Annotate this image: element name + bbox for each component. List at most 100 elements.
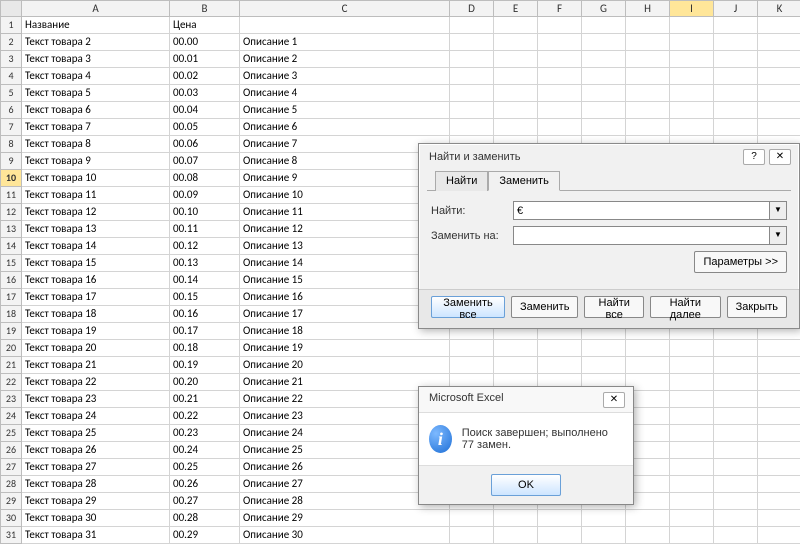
cell[interactable] bbox=[450, 357, 494, 374]
column-header-G[interactable]: G bbox=[582, 0, 626, 17]
cell[interactable] bbox=[758, 34, 800, 51]
cell[interactable] bbox=[758, 85, 800, 102]
replace-all-button[interactable]: Заменить все bbox=[431, 296, 505, 318]
cell[interactable]: Текст товара 27 bbox=[22, 459, 170, 476]
cell[interactable] bbox=[450, 510, 494, 527]
cell[interactable] bbox=[582, 357, 626, 374]
row-header[interactable]: 6 bbox=[0, 102, 22, 119]
cell[interactable]: Текст товара 4 bbox=[22, 68, 170, 85]
cell[interactable]: 00.24 bbox=[170, 442, 240, 459]
replace-dropdown-icon[interactable]: ▼ bbox=[770, 226, 787, 245]
close-icon[interactable]: ✕ bbox=[603, 392, 625, 408]
cell[interactable] bbox=[582, 17, 626, 34]
cell[interactable]: Текст товара 13 bbox=[22, 221, 170, 238]
column-header-F[interactable]: F bbox=[538, 0, 582, 17]
cell[interactable]: Описание 20 bbox=[240, 357, 450, 374]
find-dropdown-icon[interactable]: ▼ bbox=[770, 201, 787, 220]
cell[interactable]: Название bbox=[22, 17, 170, 34]
cell[interactable]: Описание 5 bbox=[240, 102, 450, 119]
cell[interactable] bbox=[670, 85, 714, 102]
column-header-E[interactable]: E bbox=[494, 0, 538, 17]
close-button[interactable]: Закрыть bbox=[727, 296, 787, 318]
cell[interactable] bbox=[538, 17, 582, 34]
cell[interactable]: Текст товара 18 bbox=[22, 306, 170, 323]
cell[interactable] bbox=[538, 34, 582, 51]
row-header[interactable]: 13 bbox=[0, 221, 22, 238]
cell[interactable] bbox=[670, 459, 714, 476]
cell[interactable] bbox=[494, 119, 538, 136]
row-header[interactable]: 12 bbox=[0, 204, 22, 221]
cell[interactable]: Описание 30 bbox=[240, 527, 450, 544]
cell[interactable]: Текст товара 29 bbox=[22, 493, 170, 510]
cell[interactable]: Текст товара 16 bbox=[22, 272, 170, 289]
cell[interactable]: Текст товара 11 bbox=[22, 187, 170, 204]
row-header[interactable]: 1 bbox=[0, 17, 22, 34]
cell[interactable]: Текст товара 6 bbox=[22, 102, 170, 119]
cell[interactable]: Текст товара 23 bbox=[22, 391, 170, 408]
cell[interactable]: 00.19 bbox=[170, 357, 240, 374]
column-header-D[interactable]: D bbox=[450, 0, 494, 17]
cell[interactable]: Текст товара 30 bbox=[22, 510, 170, 527]
cell[interactable] bbox=[714, 119, 758, 136]
row-header[interactable]: 4 bbox=[0, 68, 22, 85]
cell[interactable] bbox=[670, 408, 714, 425]
row-header[interactable]: 7 bbox=[0, 119, 22, 136]
row-header[interactable]: 19 bbox=[0, 323, 22, 340]
cell[interactable] bbox=[714, 102, 758, 119]
cell[interactable] bbox=[494, 85, 538, 102]
cell[interactable]: Текст товара 7 bbox=[22, 119, 170, 136]
cell[interactable] bbox=[582, 510, 626, 527]
cell[interactable]: 00.05 bbox=[170, 119, 240, 136]
cell[interactable]: 00.20 bbox=[170, 374, 240, 391]
cell[interactable] bbox=[714, 391, 758, 408]
cell[interactable] bbox=[450, 85, 494, 102]
cell[interactable]: 00.28 bbox=[170, 510, 240, 527]
cell[interactable]: 00.15 bbox=[170, 289, 240, 306]
cell[interactable] bbox=[582, 85, 626, 102]
cell[interactable]: 00.18 bbox=[170, 340, 240, 357]
row-header[interactable]: 24 bbox=[0, 408, 22, 425]
cell[interactable]: Текст товара 14 bbox=[22, 238, 170, 255]
cell[interactable]: 00.03 bbox=[170, 85, 240, 102]
cell[interactable]: Текст товара 15 bbox=[22, 255, 170, 272]
cell[interactable] bbox=[626, 51, 670, 68]
cell[interactable] bbox=[494, 340, 538, 357]
cell[interactable]: Описание 29 bbox=[240, 510, 450, 527]
cell[interactable] bbox=[240, 17, 450, 34]
cell[interactable] bbox=[714, 459, 758, 476]
cell[interactable] bbox=[670, 102, 714, 119]
row-header[interactable]: 29 bbox=[0, 493, 22, 510]
replace-input[interactable] bbox=[513, 226, 770, 245]
row-header[interactable]: 8 bbox=[0, 136, 22, 153]
row-header[interactable]: 11 bbox=[0, 187, 22, 204]
cell[interactable]: 00.13 bbox=[170, 255, 240, 272]
cell[interactable] bbox=[450, 17, 494, 34]
row-header[interactable]: 10 bbox=[0, 170, 22, 187]
cell[interactable]: 00.14 bbox=[170, 272, 240, 289]
cell[interactable] bbox=[714, 68, 758, 85]
cell[interactable]: 00.10 bbox=[170, 204, 240, 221]
cell[interactable] bbox=[538, 119, 582, 136]
row-header[interactable]: 25 bbox=[0, 425, 22, 442]
cell[interactable] bbox=[538, 68, 582, 85]
cell[interactable] bbox=[450, 119, 494, 136]
cell[interactable] bbox=[670, 374, 714, 391]
cell[interactable]: Описание 19 bbox=[240, 340, 450, 357]
cell[interactable] bbox=[670, 476, 714, 493]
cell[interactable] bbox=[670, 340, 714, 357]
cell[interactable]: Текст товара 10 bbox=[22, 170, 170, 187]
cell[interactable]: Текст товара 3 bbox=[22, 51, 170, 68]
cell[interactable]: 00.00 bbox=[170, 34, 240, 51]
cell[interactable] bbox=[758, 527, 800, 544]
cell[interactable]: 00.08 bbox=[170, 170, 240, 187]
cell[interactable] bbox=[626, 85, 670, 102]
cell[interactable]: 00.01 bbox=[170, 51, 240, 68]
cell[interactable] bbox=[758, 510, 800, 527]
cell[interactable] bbox=[714, 510, 758, 527]
cell[interactable]: Текст товара 28 bbox=[22, 476, 170, 493]
cell[interactable] bbox=[538, 51, 582, 68]
cell[interactable] bbox=[714, 34, 758, 51]
cell[interactable] bbox=[714, 51, 758, 68]
cell[interactable]: 00.11 bbox=[170, 221, 240, 238]
cell[interactable]: Текст товара 26 bbox=[22, 442, 170, 459]
